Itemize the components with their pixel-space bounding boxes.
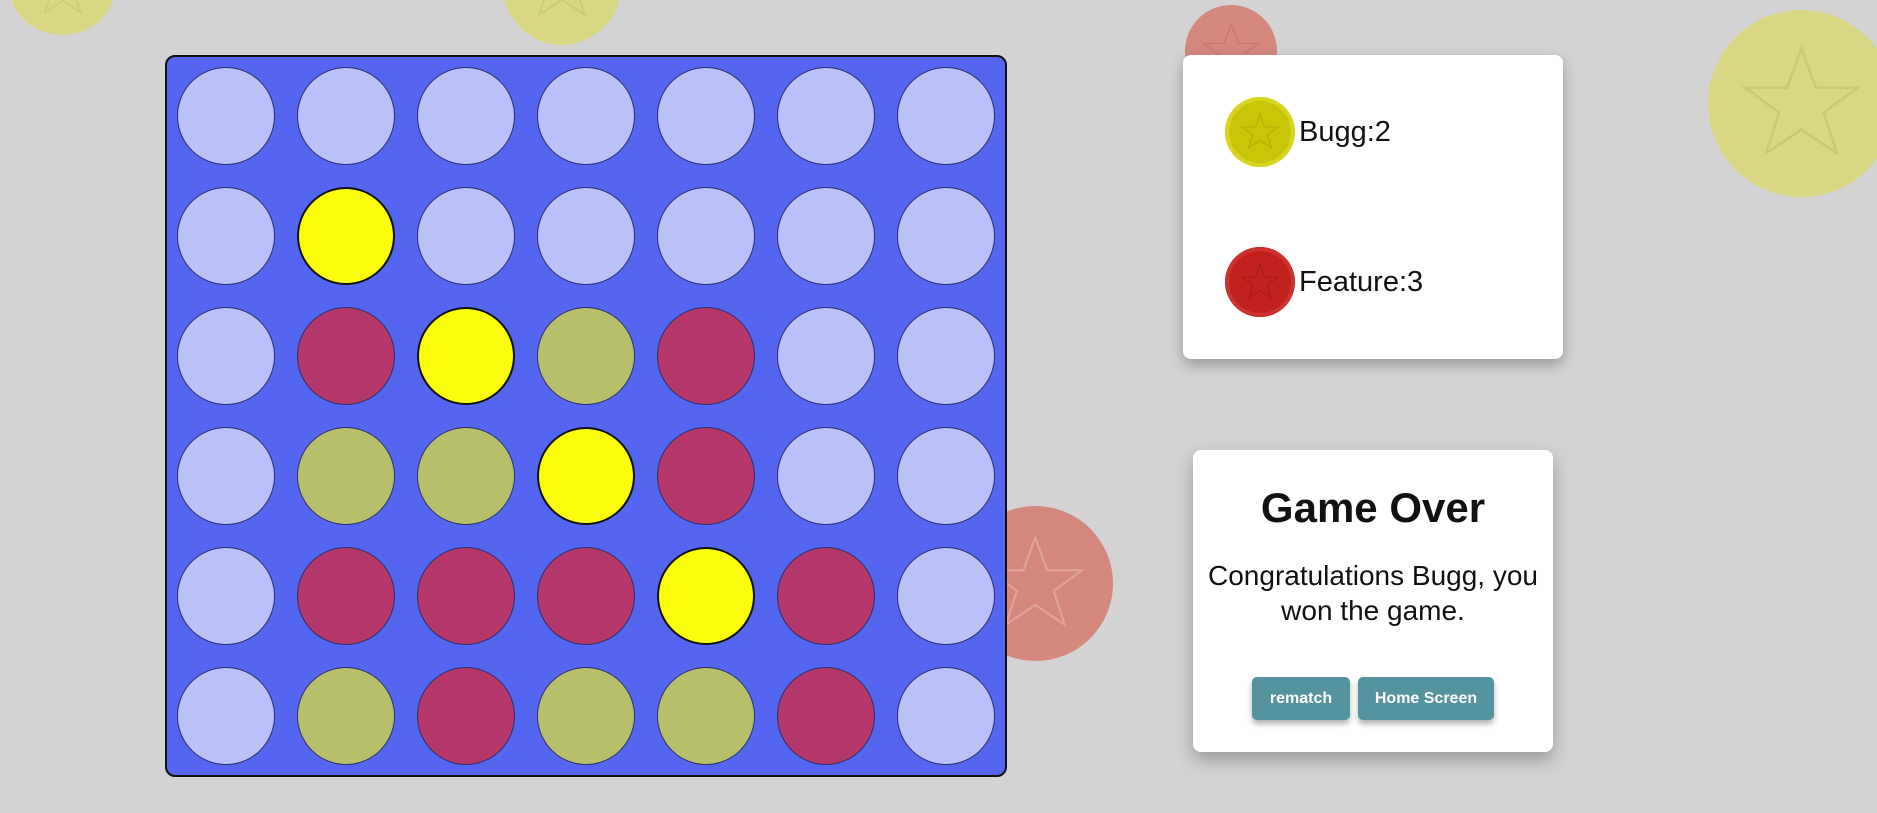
board-cell-r1-c4[interactable] [537, 67, 635, 165]
board-cell-r3-c6[interactable] [777, 307, 875, 405]
board-cell-r2-c3[interactable] [417, 187, 515, 285]
star-icon [1240, 262, 1280, 300]
board-cell-r6-c1[interactable] [177, 667, 275, 765]
winner-message: Congratulations Bugg, you won the game. [1208, 560, 1538, 626]
player-score-bugg: Bugg:2 [1225, 97, 1391, 167]
score-panel: Bugg:2 Feature:3 [1183, 55, 1563, 359]
board-cell-r1-c5[interactable] [657, 67, 755, 165]
board-cell-r3-c2-red-piece[interactable] [297, 307, 395, 405]
board-cell-r1-c6[interactable] [777, 67, 875, 165]
yellow-star-coin-icon [1225, 97, 1295, 167]
board-cell-r1-c1[interactable] [177, 67, 275, 165]
board-cell-r5-c3-red-piece[interactable] [417, 547, 515, 645]
board-cell-r2-c7[interactable] [897, 187, 995, 285]
player-score-label: Bugg:2 [1299, 115, 1391, 148]
star-icon [1240, 112, 1280, 150]
board-cell-r3-c1[interactable] [177, 307, 275, 405]
background-star-coin-yellow [502, 0, 622, 45]
star-icon [537, 0, 587, 17]
dialog-actions: rematch Home Screen [1193, 677, 1553, 720]
game-screen: Bugg:2 Feature:3 Game Over Congratulatio… [0, 0, 1877, 813]
board-cell-r2-c5[interactable] [657, 187, 755, 285]
game-over-title: Game Over [1260, 484, 1486, 531]
board-cell-r6-c7[interactable] [897, 667, 995, 765]
board-cell-r4-c2-olive-piece[interactable] [297, 427, 395, 525]
board-cell-r5-c5-win-piece[interactable] [657, 547, 755, 645]
board-cell-r2-c1[interactable] [177, 187, 275, 285]
board-cell-r4-c4-win-piece[interactable] [537, 427, 635, 525]
board-cell-r6-c4-olive-piece[interactable] [537, 667, 635, 765]
board-grid [177, 67, 997, 787]
board-cell-r5-c4-red-piece[interactable] [537, 547, 635, 645]
board-cell-r4-c3-olive-piece[interactable] [417, 427, 515, 525]
board-cell-r6-c5-olive-piece[interactable] [657, 667, 755, 765]
board-cell-r4-c7[interactable] [897, 427, 995, 525]
red-star-coin-icon [1225, 247, 1295, 317]
board-cell-r5-c1[interactable] [177, 547, 275, 645]
background-star-coin-yellow [10, 0, 115, 35]
rematch-button[interactable]: rematch [1252, 677, 1350, 720]
board-cell-r1-c2[interactable] [297, 67, 395, 165]
board-cell-r3-c3-win-piece[interactable] [417, 307, 515, 405]
board-cell-r3-c4-olive-piece[interactable] [537, 307, 635, 405]
background-star-coin-yellow [1708, 10, 1877, 197]
star-icon [43, 0, 82, 15]
board-cell-r3-c7[interactable] [897, 307, 995, 405]
game-over-dialog: Game Over Congratulations Bugg, you won … [1193, 450, 1553, 752]
star-icon [1741, 44, 1862, 157]
board-cell-r5-c2-red-piece[interactable] [297, 547, 395, 645]
board-cell-r4-c6[interactable] [777, 427, 875, 525]
game-board [165, 55, 1007, 777]
board-cell-r3-c5-red-piece[interactable] [657, 307, 755, 405]
board-cell-r2-c6[interactable] [777, 187, 875, 285]
board-cell-r2-c2-win-piece[interactable] [297, 187, 395, 285]
board-cell-r1-c7[interactable] [897, 67, 995, 165]
home-screen-button[interactable]: Home Screen [1358, 677, 1494, 720]
board-cell-r5-c6-red-piece[interactable] [777, 547, 875, 645]
board-cell-r6-c6-red-piece[interactable] [777, 667, 875, 765]
board-cell-r6-c2-olive-piece[interactable] [297, 667, 395, 765]
board-cell-r4-c1[interactable] [177, 427, 275, 525]
player-score-feature: Feature:3 [1225, 247, 1423, 317]
board-cell-r4-c5-red-piece[interactable] [657, 427, 755, 525]
board-cell-r5-c7[interactable] [897, 547, 995, 645]
board-cell-r1-c3[interactable] [417, 67, 515, 165]
player-score-label: Feature:3 [1299, 265, 1424, 298]
board-cell-r6-c3-red-piece[interactable] [417, 667, 515, 765]
board-cell-r2-c4[interactable] [537, 187, 635, 285]
